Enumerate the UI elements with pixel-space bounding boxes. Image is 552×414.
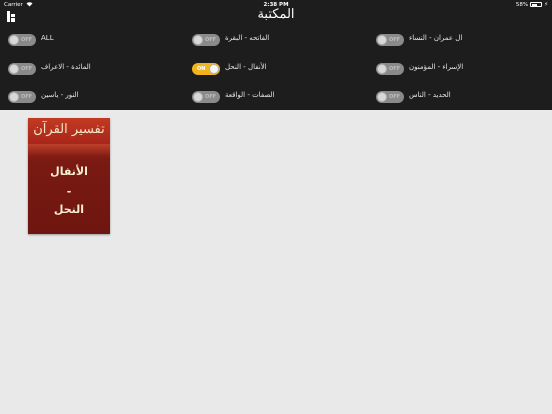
toggle-state: OFF xyxy=(389,65,401,72)
toggle-knob xyxy=(193,92,203,102)
toggle-knob xyxy=(377,64,387,74)
filter-imran-nisa-toggle[interactable]: OFF xyxy=(376,34,404,46)
toggle-state: OFF xyxy=(389,93,401,100)
filter-saffat-waqia-toggle[interactable]: OFF xyxy=(192,91,220,103)
filter-fatiha-baqara[interactable]: OFF الفاتحه - البقرة xyxy=(192,33,362,47)
book-title-dash: - xyxy=(66,185,72,198)
filter-maida-araf-toggle[interactable]: OFF xyxy=(8,63,36,75)
filter-label: الإسراء - المؤمنون xyxy=(409,63,464,71)
filter-imran-nisa[interactable]: OFF ال عمران - النساء xyxy=(376,33,546,47)
filter-nur-yasin-toggle[interactable]: OFF xyxy=(8,91,36,103)
filter-hadid-nas[interactable]: OFF الحديد - الناس xyxy=(376,90,546,104)
toggle-knob xyxy=(9,64,19,74)
toggle-state: ON xyxy=(197,65,206,72)
toggle-knob xyxy=(377,92,387,102)
filter-all-toggle[interactable]: OFF xyxy=(8,34,36,46)
filter-label: ال عمران - النساء xyxy=(409,34,463,42)
filter-label: الأنفال - النحل xyxy=(225,63,267,71)
filter-nur-yasin[interactable]: OFF النور - ياسين xyxy=(8,90,178,104)
filter-hadid-nas-toggle[interactable]: OFF xyxy=(376,91,404,103)
filter-label: ALL xyxy=(41,34,54,42)
filter-label: المائدة - الاعراف xyxy=(41,63,91,71)
toggle-knob xyxy=(9,35,19,45)
toggle-state: OFF xyxy=(21,36,33,43)
filter-all[interactable]: OFF ALL xyxy=(8,33,178,47)
toggle-state: OFF xyxy=(205,36,217,43)
filter-isra-muminun-toggle[interactable]: OFF xyxy=(376,63,404,75)
book-title-line2: النحل xyxy=(53,203,85,216)
page-title: المكتبة xyxy=(257,7,295,22)
filter-anfal-nahl-toggle[interactable]: ON xyxy=(192,63,220,75)
toggle-state: OFF xyxy=(389,36,401,43)
filter-label: الحديد - الناس xyxy=(409,91,451,99)
top-header: Carrier 2:38 PM 58% ⚡ المكتبة OFF ALL OF… xyxy=(0,0,552,110)
book-title-line1: الأنفال xyxy=(50,165,88,178)
toggle-state: OFF xyxy=(205,93,217,100)
book-series-title: تفسير القرآن xyxy=(33,122,105,137)
book-cover-anfal-nahl[interactable]: تفسير القرآن الأنفال - النحل xyxy=(28,118,110,234)
toggle-state: OFF xyxy=(21,65,33,72)
toggle-knob xyxy=(377,35,387,45)
filter-isra-muminun[interactable]: OFF الإسراء - المؤمنون xyxy=(376,62,546,76)
toggle-knob xyxy=(193,35,203,45)
filter-label: الصفات - الواقعة xyxy=(225,91,275,99)
filter-anfal-nahl[interactable]: ON الأنفال - النحل xyxy=(192,62,362,76)
toggle-state: OFF xyxy=(21,93,33,100)
filter-label: الفاتحه - البقرة xyxy=(225,34,270,42)
toggle-knob xyxy=(209,64,219,74)
filter-label: النور - ياسين xyxy=(41,91,79,99)
filter-fatiha-baqara-toggle[interactable]: OFF xyxy=(192,34,220,46)
filter-saffat-waqia[interactable]: OFF الصفات - الواقعة xyxy=(192,90,362,104)
toggle-knob xyxy=(9,92,19,102)
filter-maida-araf[interactable]: OFF المائدة - الاعراف xyxy=(8,62,178,76)
